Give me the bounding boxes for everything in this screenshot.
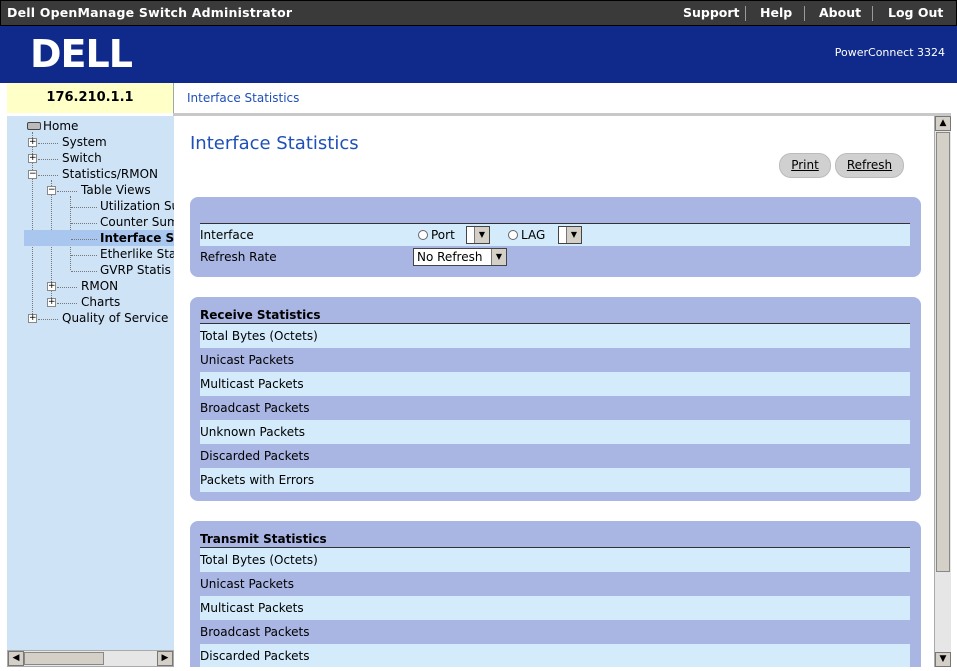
scroll-thumb[interactable] — [24, 652, 104, 665]
app-title: Dell OpenManage Switch Administrator — [7, 5, 293, 20]
tree-line — [38, 143, 58, 144]
expand-icon[interactable]: + — [47, 298, 56, 307]
refresh-rate-label: Refresh Rate — [200, 250, 277, 264]
expand-icon[interactable]: + — [28, 138, 37, 147]
tree-line — [57, 191, 77, 192]
table-row: Unicast Packets — [200, 353, 294, 367]
refresh-rate-row: Refresh Rate No Refresh ▼ — [200, 246, 910, 268]
tree-item-counter-summary[interactable]: Counter Sum — [100, 215, 174, 229]
device-ip: 176.210.1.1 — [7, 83, 173, 113]
tree-item-etherlike[interactable]: Etherlike Sta — [100, 247, 174, 261]
chevron-down-icon[interactable]: ▼ — [566, 227, 581, 243]
radio-icon[interactable] — [508, 230, 518, 240]
table-row: Broadcast Packets — [200, 625, 310, 639]
table-row: Discarded Packets — [200, 449, 310, 463]
tree-line — [38, 175, 58, 176]
table-row: Unknown Packets — [200, 420, 910, 444]
tree-line — [71, 223, 97, 224]
table-row: Packets with Errors — [200, 468, 910, 492]
settings-panel: Interface Port ▼ LAG ▼ Refresh Rate No R… — [190, 197, 921, 277]
interface-label: Interface — [200, 228, 254, 242]
breadcrumb-bar: Interface Statistics — [173, 83, 951, 113]
logout-link[interactable]: Log Out — [888, 5, 943, 20]
lag-select[interactable]: ▼ — [558, 226, 582, 244]
main-content: Interface Statistics Print Refresh Inter… — [174, 116, 934, 667]
radio-icon[interactable] — [418, 230, 428, 240]
tree-item-system[interactable]: System — [62, 135, 107, 149]
tree-item-gvrp[interactable]: GVRP Statis — [100, 263, 171, 277]
expand-icon[interactable]: + — [47, 282, 56, 291]
banner: DELL PowerConnect 3324 — [0, 26, 957, 83]
lag-radio[interactable]: LAG — [508, 224, 545, 246]
dell-logo: DELL — [30, 31, 133, 76]
lag-label: LAG — [521, 228, 546, 242]
model-name: PowerConnect 3324 — [834, 46, 945, 59]
top-bar: Dell OpenManage Switch Administrator Sup… — [0, 0, 957, 26]
collapse-icon[interactable]: − — [28, 170, 37, 179]
page-title: Interface Statistics — [190, 133, 359, 154]
scroll-up-icon[interactable]: ▲ — [935, 116, 951, 131]
tree-item-interface-statistics[interactable]: Interface St — [100, 231, 174, 245]
tree-line — [57, 287, 77, 288]
home-icon — [27, 122, 41, 130]
expand-icon[interactable]: + — [28, 314, 37, 323]
support-link[interactable]: Support — [683, 5, 740, 20]
tree-line — [71, 207, 97, 208]
separator — [872, 6, 873, 21]
tree-line — [38, 319, 58, 320]
tree-item-charts[interactable]: Charts — [81, 295, 120, 309]
transmit-statistics-panel: Transmit Statistics Total Bytes (Octets)… — [190, 521, 921, 667]
scroll-right-icon[interactable]: ▶ — [157, 651, 173, 666]
tree-item-rmon[interactable]: RMON — [81, 279, 118, 293]
receive-heading: Receive Statistics — [200, 308, 910, 324]
tree-item-utilization[interactable]: Utilization Su — [100, 199, 174, 213]
tree-line — [71, 255, 97, 256]
table-row: Multicast Packets — [200, 596, 910, 620]
table-row: Total Bytes (Octets) — [200, 548, 910, 572]
scroll-thumb[interactable] — [936, 132, 950, 572]
expand-icon[interactable]: + — [28, 154, 37, 163]
tree-line — [57, 303, 77, 304]
port-label: Port — [431, 228, 455, 242]
refresh-button[interactable]: Refresh — [835, 153, 904, 178]
chevron-down-icon[interactable]: ▼ — [474, 227, 489, 243]
table-row: Discarded Packets — [200, 644, 910, 667]
main-vertical-scrollbar[interactable]: ▲ ▼ — [934, 116, 951, 667]
collapse-icon[interactable]: − — [47, 186, 56, 195]
scroll-down-icon[interactable]: ▼ — [935, 652, 951, 667]
scroll-left-icon[interactable]: ◀ — [8, 651, 24, 666]
tree-item-table-views[interactable]: Table Views — [81, 183, 151, 197]
chevron-down-icon[interactable]: ▼ — [491, 249, 506, 265]
port-select[interactable]: ▼ — [466, 226, 490, 244]
tree-item-switch[interactable]: Switch — [62, 151, 102, 165]
refresh-rate-select[interactable]: No Refresh ▼ — [413, 248, 507, 266]
separator — [804, 6, 805, 21]
nav-tree: Home + System + Switch − Statistics/RMON… — [7, 116, 174, 650]
tree-item-statistics-rmon[interactable]: Statistics/RMON — [62, 167, 158, 181]
breadcrumb: Interface Statistics — [187, 91, 300, 105]
tree-horizontal-scrollbar[interactable]: ◀ ▶ — [7, 650, 174, 667]
port-radio[interactable]: Port — [418, 224, 455, 246]
table-row: Total Bytes (Octets) — [200, 324, 910, 348]
tree-line — [38, 159, 58, 160]
help-link[interactable]: Help — [760, 5, 792, 20]
about-link[interactable]: About — [819, 5, 861, 20]
tree-line — [71, 271, 97, 272]
interface-row: Interface Port ▼ LAG ▼ — [200, 224, 910, 246]
tree-line — [71, 239, 97, 240]
tree-item-home[interactable]: Home — [43, 119, 78, 133]
transmit-heading: Transmit Statistics — [200, 532, 910, 548]
receive-statistics-panel: Receive Statistics Total Bytes (Octets) … — [190, 297, 921, 501]
table-row: Multicast Packets — [200, 372, 910, 396]
table-row: Unicast Packets — [200, 577, 294, 591]
separator — [745, 6, 746, 21]
print-button[interactable]: Print — [779, 153, 831, 178]
table-row: Broadcast Packets — [200, 401, 310, 415]
tree-item-quality-of-service[interactable]: Quality of Service — [62, 311, 168, 325]
